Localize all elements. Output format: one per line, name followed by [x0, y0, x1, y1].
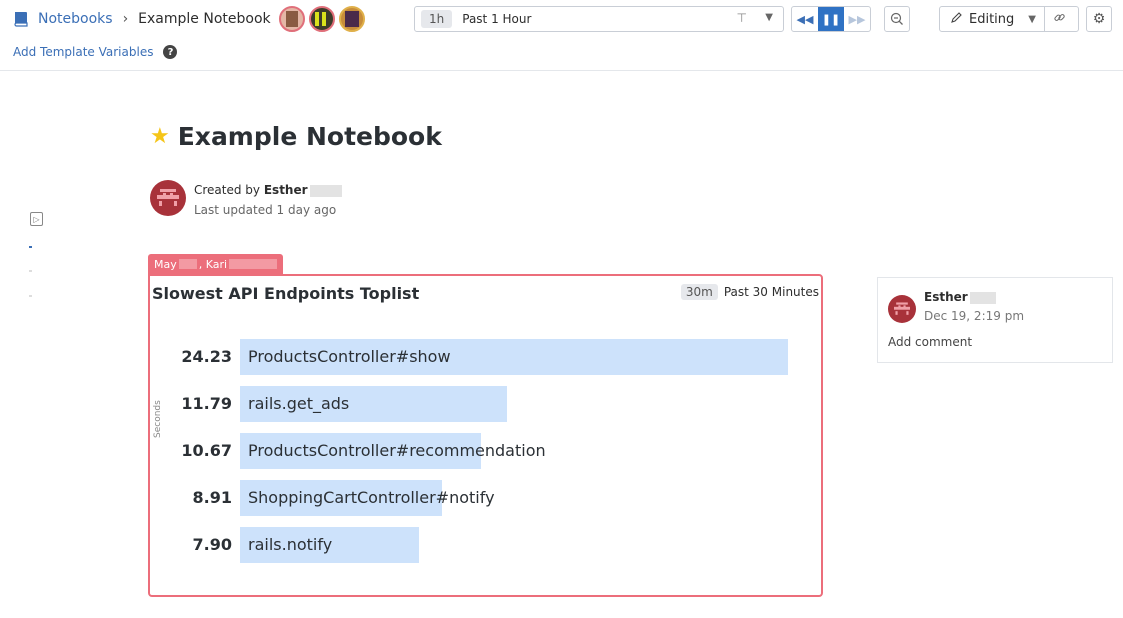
- toplist-label: ShoppingCartController#notify: [248, 488, 495, 507]
- top-bar: Notebooks › Example Notebook 1h Past 1 H…: [0, 0, 1123, 38]
- redacted-text: [309, 184, 342, 197]
- toplist-label: ProductsController#show: [248, 347, 451, 366]
- avatar: [150, 180, 186, 216]
- editor-name: , Kari: [198, 257, 228, 271]
- toplist-value: 11.79: [181, 394, 232, 413]
- time-range-label: Past 1 Hour: [462, 12, 532, 26]
- chevron-down-icon[interactable]: ▼: [765, 12, 773, 23]
- toplist-value: 7.90: [192, 535, 232, 554]
- time-range-picker[interactable]: 1h Past 1 Hour ⊤ ▼: [414, 6, 784, 32]
- toplist-row[interactable]: 11.79 rails.get_ads: [150, 386, 821, 422]
- zoom-out-icon: [890, 12, 903, 25]
- comment-author: Esther: [924, 290, 996, 304]
- add-template-variables-label[interactable]: Add Template Variables: [13, 45, 153, 59]
- outline-marker[interactable]: [29, 270, 32, 272]
- toplist-label: rails.notify: [248, 535, 333, 554]
- comment-author-name: Esther: [924, 290, 968, 304]
- notebook-cell-toplist[interactable]: Slowest API Endpoints Toplist 30m Past 3…: [148, 274, 823, 597]
- chevron-down-icon[interactable]: ▼: [1028, 14, 1036, 25]
- breadcrumb: Notebooks › Example Notebook: [12, 6, 369, 32]
- outline-marker-active[interactable]: [29, 246, 32, 248]
- toplist-row[interactable]: 8.91 ShoppingCartController#notify: [150, 480, 821, 516]
- avatar: [888, 295, 916, 323]
- created-by-name: Esther: [263, 183, 308, 197]
- edit-mode-label: Editing: [969, 11, 1015, 27]
- created-by-prefix: Created by: [194, 183, 261, 197]
- zoom-out-button[interactable]: [884, 6, 910, 32]
- divider: [1043, 7, 1045, 31]
- avatar[interactable]: [308, 6, 335, 32]
- outline-marker[interactable]: [29, 295, 32, 297]
- pin-icon[interactable]: ⊤: [737, 11, 747, 25]
- redacted-text: [969, 291, 996, 304]
- add-comment-input[interactable]: Add comment: [888, 335, 972, 349]
- fast-forward-icon[interactable]: ▶▶: [844, 7, 870, 31]
- cell-editors-tag: May , Kari: [148, 254, 284, 274]
- toplist-row[interactable]: 10.67 ProductsController#recommendation: [150, 433, 821, 469]
- playback-controls: ◀◀ ❚❚ ▶▶: [791, 6, 871, 32]
- notebook-icon: [12, 11, 30, 27]
- gear-icon[interactable]: ⚙: [1086, 6, 1112, 32]
- redacted-text: [178, 259, 197, 269]
- notebook-author-info: Created by Esther Last updated 1 day ago: [150, 180, 342, 220]
- link-icon[interactable]: [1053, 11, 1066, 28]
- toplist-value: 8.91: [192, 488, 232, 507]
- comment-panel: Esther Dec 19, 2:19 pm Add comment: [877, 277, 1113, 363]
- page-title: ★ Example Notebook: [150, 122, 442, 151]
- last-updated: Last updated 1 day ago: [194, 203, 337, 217]
- comment-date: Dec 19, 2:19 pm: [924, 309, 1025, 323]
- edit-mode-dropdown[interactable]: Editing ▼: [939, 6, 1079, 32]
- time-shortcut-badge: 1h: [421, 10, 453, 28]
- add-template-variables[interactable]: Add Template Variables ?: [13, 45, 178, 59]
- avatar[interactable]: [278, 6, 305, 32]
- toplist-label: ProductsController#recommendation: [248, 441, 546, 460]
- toplist-chart: 24.23 ProductsController#show 11.79 rails.g…: [150, 276, 821, 595]
- help-icon[interactable]: ?: [163, 45, 178, 59]
- sidebar-toggle-icon[interactable]: ▷: [30, 212, 43, 226]
- toplist-row[interactable]: 24.23 ProductsController#show: [150, 339, 821, 375]
- created-by: Created by Esther: [194, 180, 342, 200]
- star-icon[interactable]: ★: [150, 124, 170, 149]
- toplist-value: 10.67: [181, 441, 232, 460]
- notebook-title[interactable]: Example Notebook: [178, 122, 442, 151]
- divider: [0, 70, 1123, 71]
- breadcrumb-current: Example Notebook: [138, 11, 271, 27]
- rewind-icon[interactable]: ◀◀: [792, 7, 818, 31]
- viewer-avatars: [278, 6, 369, 32]
- toplist-row[interactable]: 7.90 rails.notify: [150, 527, 821, 563]
- editor-name: May: [154, 257, 177, 271]
- redacted-text: [229, 259, 278, 269]
- avatar[interactable]: [338, 6, 365, 32]
- breadcrumb-separator: ›: [122, 11, 129, 27]
- pencil-icon: [950, 11, 963, 28]
- pause-icon[interactable]: ❚❚: [818, 7, 844, 31]
- breadcrumb-notebooks-link[interactable]: Notebooks: [38, 11, 113, 27]
- toplist-label: rails.get_ads: [248, 394, 350, 413]
- toplist-value: 24.23: [181, 347, 232, 366]
